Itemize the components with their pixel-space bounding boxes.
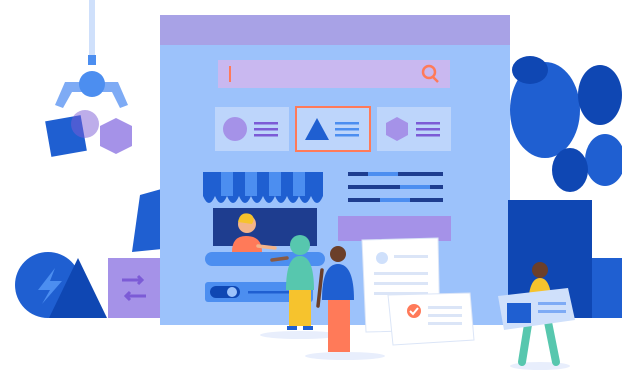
checkout-button[interactable] xyxy=(338,216,451,241)
receipt-document xyxy=(387,292,475,346)
search-bar[interactable] xyxy=(218,60,450,88)
card-triangle-selected[interactable] xyxy=(295,106,371,152)
circle-icon xyxy=(223,117,247,141)
shadow xyxy=(305,352,385,360)
illustration xyxy=(0,0,622,375)
swap-arrows-icon xyxy=(108,258,160,318)
card-hexagon[interactable] xyxy=(377,107,451,151)
illustration-canvas xyxy=(15,0,622,370)
checkmark-icon xyxy=(407,304,421,318)
window-header xyxy=(160,15,510,45)
card-circle[interactable] xyxy=(215,107,289,151)
box-decor xyxy=(592,258,622,318)
text-cursor xyxy=(229,66,231,82)
robot-claw-icon xyxy=(45,0,132,157)
